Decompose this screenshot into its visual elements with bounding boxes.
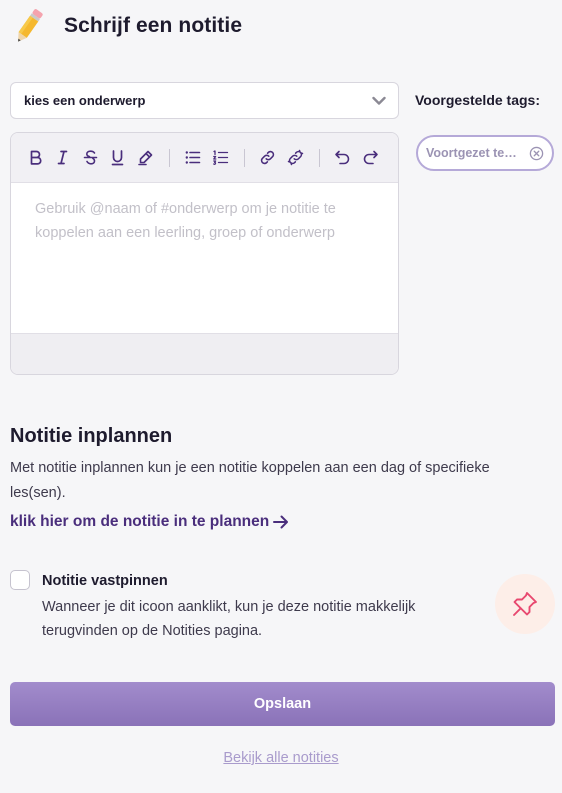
underline-icon — [111, 150, 124, 166]
editor-textarea[interactable]: Gebruik @naam of #onderwerp om je notiti… — [11, 183, 398, 333]
chevron-down-icon — [372, 96, 386, 105]
underline-button[interactable] — [107, 147, 129, 169]
toolbar-divider — [168, 148, 170, 167]
bullet-list-button[interactable] — [182, 147, 204, 169]
link-button[interactable] — [257, 147, 279, 169]
pin-title: Notitie vastpinnen — [42, 573, 168, 589]
arrow-right-icon — [273, 515, 289, 529]
save-button[interactable]: Opslaan — [10, 682, 555, 726]
numbered-list-button[interactable] — [209, 147, 231, 169]
numbered-list-icon — [212, 150, 228, 165]
schedule-link[interactable]: klik hier om de notitie in te plannen — [10, 513, 290, 531]
subject-select-value: kies een onderwerp — [24, 93, 146, 108]
bullet-list-icon — [185, 151, 201, 164]
strikethrough-button[interactable] — [79, 147, 101, 169]
pushpin-icon — [513, 592, 537, 616]
tag-chip-label: Voortgezet te… — [426, 146, 517, 160]
subject-select[interactable]: kies een onderwerp — [10, 82, 399, 119]
highlight-button[interactable] — [134, 147, 156, 169]
schedule-link-label: klik hier om de notitie in te plannen — [10, 513, 270, 530]
editor-placeholder: Gebruik @naam of #onderwerp om je notiti… — [35, 201, 336, 241]
schedule-description: Met notitie inplannen kun je een notitie… — [10, 460, 490, 501]
unlink-button[interactable] — [284, 147, 306, 169]
redo-icon — [363, 150, 378, 165]
pencil-icon — [18, 9, 43, 42]
link-icon — [260, 150, 275, 165]
bold-button[interactable] — [24, 147, 46, 169]
bold-icon — [30, 150, 41, 165]
page-header: Schrijf een notitie — [12, 6, 242, 46]
tag-chip[interactable]: Voortgezet te… — [416, 135, 554, 171]
toolbar-divider — [243, 148, 245, 167]
italic-button[interactable] — [52, 147, 74, 169]
redo-button[interactable] — [359, 147, 381, 169]
highlighter-icon — [137, 150, 152, 166]
close-circle-icon[interactable] — [529, 146, 544, 161]
strikethrough-icon — [83, 150, 97, 165]
undo-button[interactable] — [332, 147, 354, 169]
note-editor: Gebruik @naam of #onderwerp om je notiti… — [10, 132, 399, 375]
suggested-tags-label: Voorgestelde tags: — [415, 92, 540, 108]
unlink-icon — [287, 149, 303, 166]
schedule-title: Notitie inplannen — [10, 425, 173, 447]
italic-icon — [57, 150, 68, 165]
undo-icon — [335, 150, 350, 165]
pin-checkbox[interactable] — [10, 570, 30, 590]
toolbar-divider — [318, 148, 320, 167]
editor-footer — [11, 333, 398, 374]
view-all-notes-link[interactable]: Bekijk alle notities — [0, 750, 562, 766]
pin-button[interactable] — [495, 574, 555, 634]
page-title: Schrijf een notitie — [64, 14, 243, 37]
pin-description: Wanneer je dit icoon aanklikt, kun je de… — [42, 599, 416, 639]
editor-toolbar — [11, 133, 398, 183]
